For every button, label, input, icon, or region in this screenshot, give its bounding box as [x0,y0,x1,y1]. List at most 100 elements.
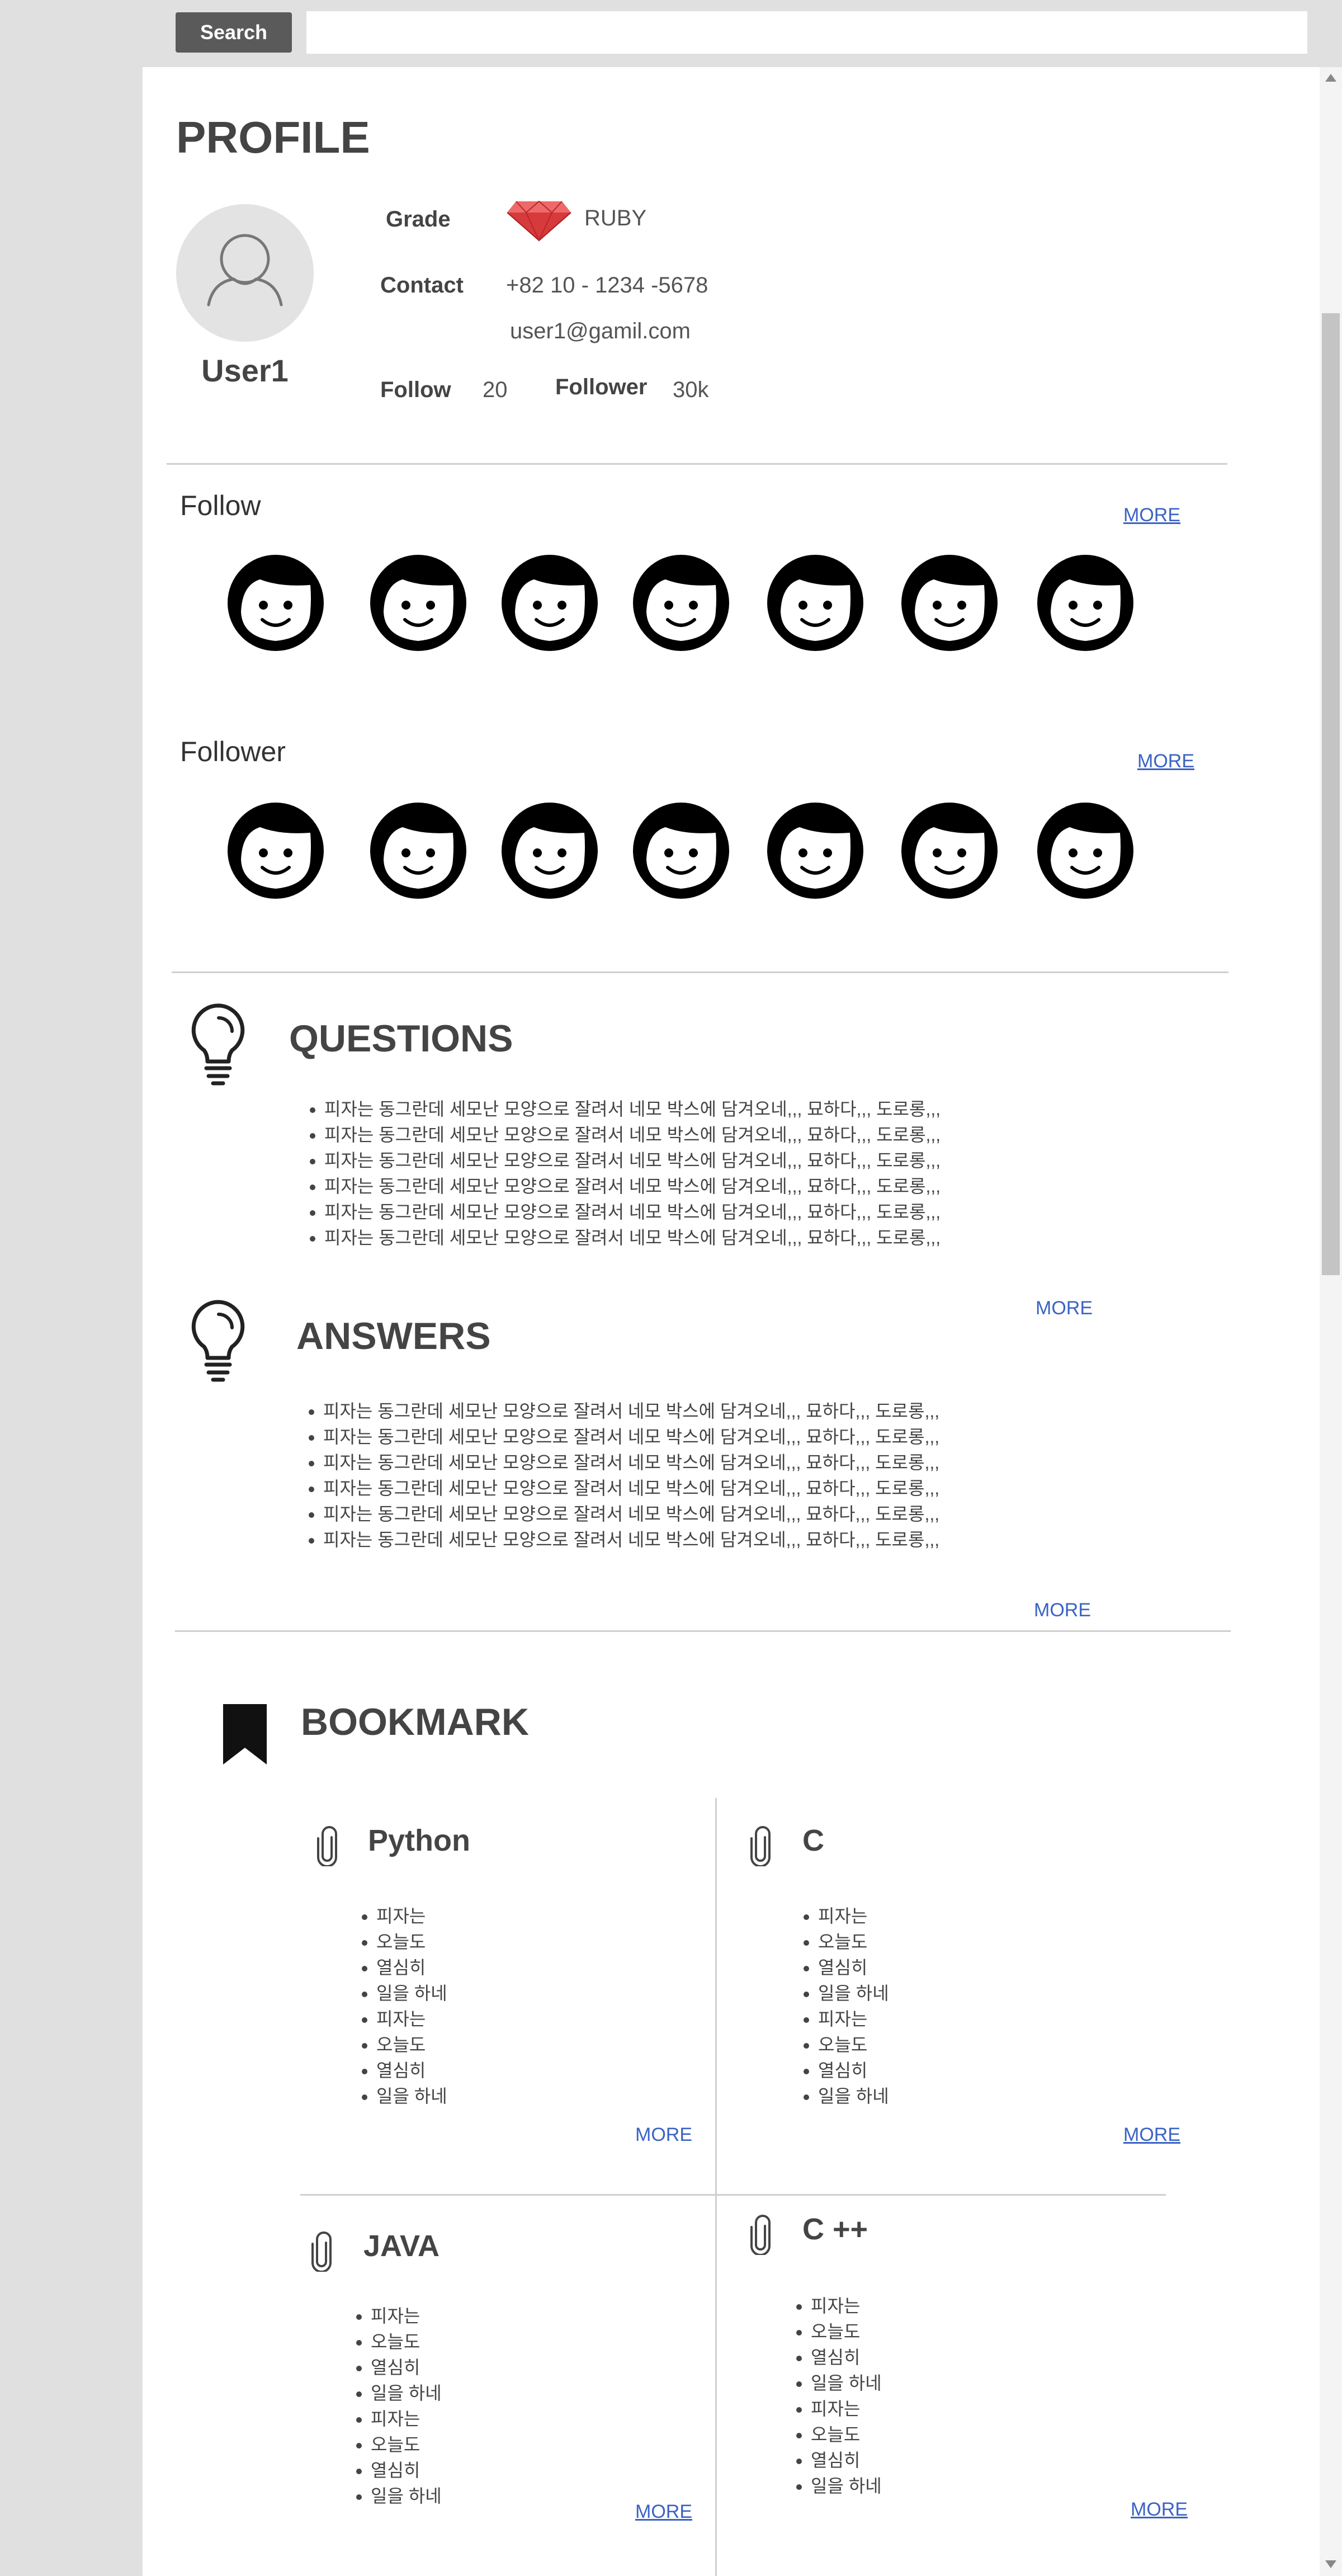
bookmark-item[interactable]: 피자는 [376,2006,447,2032]
bookmark-item[interactable]: 일을 하네 [818,2083,889,2109]
question-item[interactable]: 피자는 동그란데 세모난 모양으로 잘려서 네모 박스에 담겨오네,,, 묘하다… [324,1096,941,1122]
answer-item[interactable]: 피자는 동그란데 세모난 모양으로 잘려서 네모 박스에 담겨오네,,, 묘하다… [323,1527,939,1553]
follow-avatar-face-icon[interactable] [900,554,999,652]
answers-title: ANSWERS [296,1315,491,1357]
follower-more-link[interactable]: MORE [1137,751,1194,772]
contact-label: Contact [380,273,464,298]
bookmark-item[interactable]: 피자는 [371,2406,442,2432]
grade-label: Grade [386,207,451,232]
answer-item[interactable]: 피자는 동그란데 세모난 모양으로 잘려서 네모 박스에 담겨오네,,, 묘하다… [323,1424,939,1450]
bookmark-item[interactable]: 오늘도 [818,1929,889,1955]
bookmark-item[interactable]: 열심히 [371,2355,442,2380]
scroll-down-arrow-icon[interactable] [1325,2560,1336,2568]
paperclip-icon [749,1826,772,1869]
bookmark-item[interactable]: 오늘도 [811,2422,882,2447]
divider [300,2194,1166,2196]
bookmark-item[interactable]: 일을 하네 [818,1980,889,2006]
question-item[interactable]: 피자는 동그란데 세모난 모양으로 잘려서 네모 박스에 담겨오네,,, 묘하다… [324,1122,941,1148]
follower-avatar-face-icon[interactable] [632,801,730,900]
bookmark-item[interactable]: 일을 하네 [811,2473,882,2499]
bookmark-item[interactable]: 피자는 [811,2396,882,2422]
answer-item[interactable]: 피자는 동그란데 세모난 모양으로 잘려서 네모 박스에 담겨오네,,, 묘하다… [323,1450,939,1475]
bookmark-item[interactable]: 일을 하네 [811,2370,882,2396]
bookmark-item[interactable]: 열심히 [811,2344,882,2370]
bookmark-item[interactable]: 피자는 [818,1903,889,1929]
bookmark-item[interactable]: 피자는 [371,2303,442,2329]
question-item[interactable]: 피자는 동그란데 세모난 모양으로 잘려서 네모 박스에 담겨오네,,, 묘하다… [324,1199,941,1225]
bookmark-item[interactable]: 일을 하네 [376,1980,447,2006]
profile-page: PROFILE User1 Grade RUBY Contact +82 10 … [143,67,1320,2576]
follower-avatar-face-icon[interactable] [226,801,325,900]
answer-item[interactable]: 피자는 동그란데 세모난 모양으로 잘려서 네모 박스에 담겨오네,,, 묘하다… [323,1501,939,1527]
question-item[interactable]: 피자는 동그란데 세모난 모양으로 잘려서 네모 박스에 담겨오네,,, 묘하다… [324,1148,941,1173]
search-button[interactable]: Search [176,12,292,53]
follower-avatar-face-icon[interactable] [1036,801,1135,900]
follow-avatar-face-icon[interactable] [1036,554,1135,652]
bookmark-item[interactable]: 열심히 [376,1955,447,1980]
profile-heading: PROFILE [176,112,370,162]
phone-number: +82 10 - 1234 -5678 [506,273,708,298]
user-placeholder-icon [207,234,283,306]
bookmark-item[interactable]: 오늘도 [376,1929,447,1955]
top-search-bar: Search [0,0,1342,67]
bookmark-item[interactable]: 열심히 [818,1955,889,1980]
scrollbar-thumb[interactable] [1322,313,1340,1275]
follow-avatar-face-icon[interactable] [226,554,325,652]
divider [175,1630,1231,1632]
bookmark-item[interactable]: 오늘도 [371,2329,442,2355]
follower-avatar-face-icon[interactable] [766,801,864,900]
grade-value: RUBY [584,206,647,230]
bookmark-item[interactable]: 일을 하네 [371,2380,442,2406]
question-item[interactable]: 피자는 동그란데 세모난 모양으로 잘려서 네모 박스에 담겨오네,,, 묘하다… [324,1225,941,1251]
username: User1 [201,353,289,388]
answers-more-link[interactable]: MORE [1034,1600,1091,1621]
bookmark-java-more-link[interactable]: MORE [635,2501,692,2523]
scroll-up-arrow-icon[interactable] [1325,74,1336,82]
bookmark-cpp-more-link[interactable]: MORE [1131,2499,1188,2521]
bookmark-python-more-link[interactable]: MORE [635,2124,692,2146]
follower-avatar-face-icon[interactable] [369,801,467,900]
divider [172,971,1228,973]
bookmark-item[interactable]: 열심히 [376,2058,447,2083]
follow-more-link[interactable]: MORE [1123,504,1180,526]
bookmark-item[interactable]: 일을 하네 [376,2083,447,2109]
questions-more-link[interactable]: MORE [1036,1298,1093,1319]
bookmark-item[interactable]: 오늘도 [376,2032,447,2058]
search-input[interactable] [306,11,1307,54]
follower-avatar-face-icon[interactable] [900,801,999,900]
lightbulb-icon [187,1001,249,1093]
bookmark-category-python-list: 피자는오늘도열심히일을 하네피자는오늘도열심히일을 하네 [351,1903,447,2109]
follow-avatar-face-icon[interactable] [632,554,730,652]
bookmark-item[interactable]: 피자는 [376,1903,447,1929]
bookmark-item[interactable]: 열심히 [371,2457,442,2483]
follow-count: 20 [483,378,508,402]
bookmark-item[interactable]: 열심히 [818,2058,889,2083]
lightbulb-icon [187,1298,249,1390]
bookmark-item[interactable]: 일을 하네 [371,2483,442,2509]
scrollbar[interactable] [1320,67,1342,2576]
bookmark-category-cpp-title: C ++ [802,2212,868,2246]
paperclip-icon [316,1826,338,1869]
answer-item[interactable]: 피자는 동그란데 세모난 모양으로 잘려서 네모 박스에 담겨오네,,, 묘하다… [323,1475,939,1501]
bookmark-item[interactable]: 피자는 [818,2006,889,2032]
bookmark-title: BOOKMARK [301,1701,529,1743]
bookmark-c-more-link[interactable]: MORE [1123,2124,1180,2146]
questions-list: 피자는 동그란데 세모난 모양으로 잘려서 네모 박스에 담겨오네,,, 묘하다… [294,1096,941,1251]
bookmark-item[interactable]: 열심히 [811,2447,882,2473]
follow-section-title: Follow [180,490,261,521]
bookmark-item[interactable]: 오늘도 [811,2319,882,2344]
bookmark-item[interactable]: 피자는 [811,2293,882,2319]
follow-avatar-face-icon[interactable] [369,554,467,652]
divider [167,463,1227,465]
follower-avatar-face-icon[interactable] [500,801,599,900]
bookmark-category-cpp-list: 피자는오늘도열심히일을 하네피자는오늘도열심히일을 하네 [786,2293,882,2499]
bookmark-item[interactable]: 오늘도 [818,2032,889,2058]
bookmark-category-c-title: C [802,1824,824,1857]
follow-avatar-face-icon[interactable] [766,554,864,652]
bookmark-item[interactable]: 오늘도 [371,2432,442,2457]
follow-avatar-face-icon[interactable] [500,554,599,652]
bookmark-category-java-title: JAVA [363,2229,440,2263]
answer-item[interactable]: 피자는 동그란데 세모난 모양으로 잘려서 네모 박스에 담겨오네,,, 묘하다… [323,1398,939,1424]
paperclip-icon [749,2215,772,2258]
question-item[interactable]: 피자는 동그란데 세모난 모양으로 잘려서 네모 박스에 담겨오네,,, 묘하다… [324,1173,941,1199]
